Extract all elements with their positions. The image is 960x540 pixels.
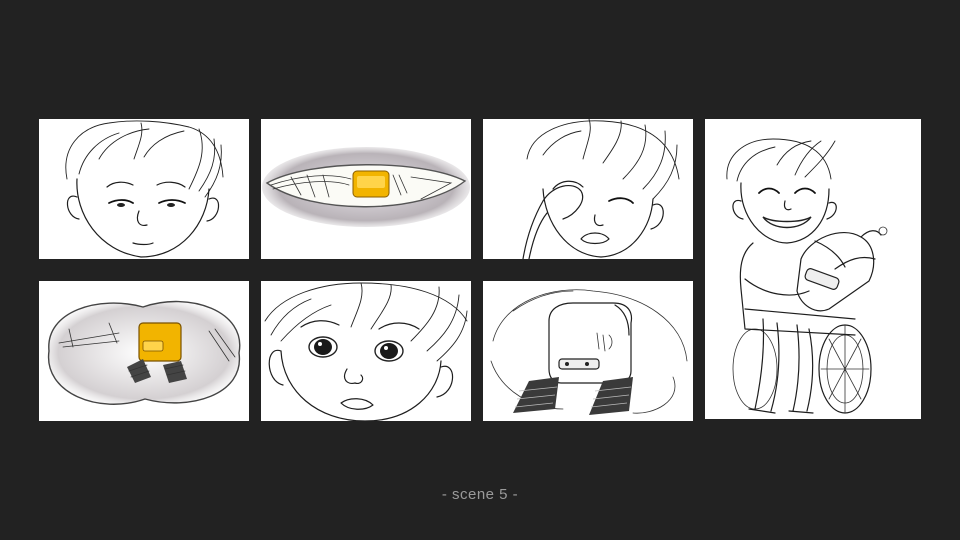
robot-close-up-sketch	[490, 289, 688, 415]
storyboard-panel-6	[483, 281, 693, 421]
wide-eyed-boy-sketch	[264, 282, 468, 421]
storyboard-panel-4	[39, 281, 249, 421]
storyboard-slide: - scene 5 -	[0, 0, 960, 540]
crying-boy-sketch	[522, 119, 680, 259]
tracked-robot-vision-sketch	[47, 300, 241, 405]
storyboard-panel-3	[483, 119, 693, 259]
storyboard-panel-7	[705, 119, 921, 419]
eye-slit-robot-sketch	[262, 147, 470, 227]
boy-wheelchair-hug-sketch	[726, 138, 888, 414]
storyboard-panel-5	[261, 281, 471, 421]
storyboard-panel-1	[39, 119, 249, 259]
boy-face-sketch	[65, 120, 224, 258]
storyboard-panel-2	[261, 119, 471, 259]
scene-caption: - scene 5 -	[441, 486, 519, 503]
